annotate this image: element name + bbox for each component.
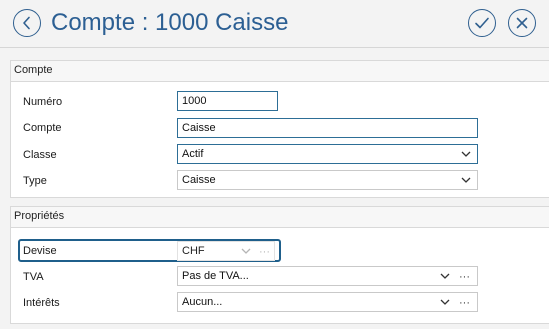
numero-label: Numéro (23, 96, 63, 108)
close-button[interactable] (508, 9, 536, 37)
type-value: Caisse (182, 174, 216, 186)
type-select[interactable]: Caisse (177, 170, 478, 190)
interets-more-button[interactable]: ··· (459, 294, 470, 312)
proprietes-section: Propriétés Devise CHF ··· TVA Pas de TVA… (10, 206, 549, 324)
tva-select[interactable]: Pas de TVA... ··· (177, 266, 478, 286)
compte-section: Compte Numéro 1000 Compte Caisse Classe … (10, 60, 549, 198)
classe-select[interactable]: Actif (177, 144, 478, 164)
header-bar: Compte : 1000 Caisse (0, 0, 549, 48)
chevron-down-icon (241, 248, 251, 254)
interets-select[interactable]: Aucun... ··· (177, 292, 478, 312)
interets-label: Intérêts (23, 297, 60, 309)
proprietes-section-header: Propriétés (11, 207, 549, 228)
compte-input[interactable]: Caisse (177, 118, 478, 138)
compte-section-title: Compte (14, 64, 53, 76)
page-title: Compte : 1000 Caisse (51, 9, 289, 36)
interets-value: Aucun... (182, 296, 223, 308)
devise-label: Devise (23, 245, 57, 257)
chevron-down-icon (461, 151, 471, 157)
tva-more-button[interactable]: ··· (459, 268, 470, 286)
numero-input[interactable]: 1000 (177, 91, 278, 111)
header-divider (0, 47, 549, 48)
classe-value: Actif (182, 148, 204, 160)
devise-select[interactable]: CHF ··· (177, 241, 275, 261)
numero-value: 1000 (182, 95, 207, 107)
chevron-left-icon (23, 16, 30, 30)
devise-more-button[interactable]: ··· (259, 243, 270, 261)
chevron-down-icon (461, 177, 471, 183)
chevron-down-icon (440, 273, 450, 279)
checkmark-icon (475, 17, 489, 29)
back-button[interactable] (13, 9, 41, 37)
type-label: Type (23, 175, 47, 187)
tva-value: Pas de TVA... (182, 270, 249, 282)
confirm-button[interactable] (468, 9, 496, 37)
chevron-down-icon (440, 299, 450, 305)
close-icon (516, 17, 528, 29)
proprietes-section-title: Propriétés (14, 210, 65, 222)
compte-section-header: Compte (11, 61, 549, 82)
devise-value: CHF (182, 245, 205, 257)
compte-label: Compte (23, 122, 62, 134)
tva-label: TVA (23, 271, 44, 283)
compte-value: Caisse (182, 122, 216, 134)
classe-label: Classe (23, 149, 57, 161)
